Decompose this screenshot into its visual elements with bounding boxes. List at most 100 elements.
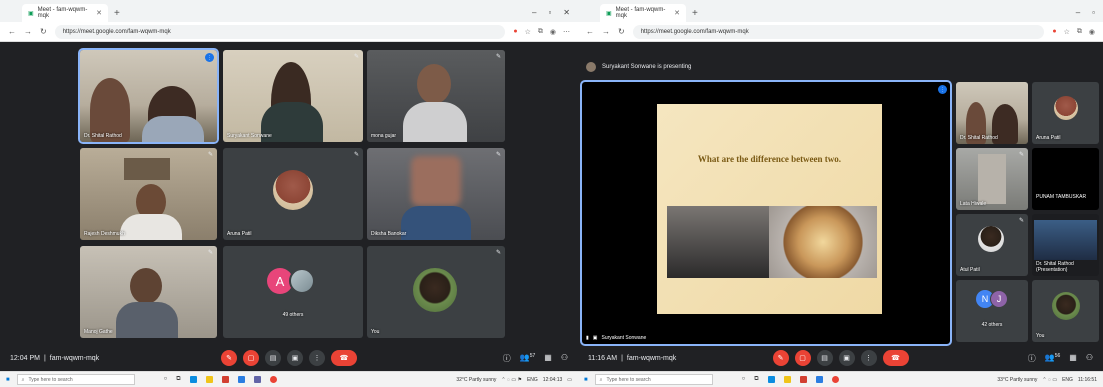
mic-off-icon: ✎ (1018, 152, 1024, 158)
people-icon[interactable]: 👥 (520, 353, 530, 364)
presentation-tile[interactable]: What are the difference between two. ⋮ ▮… (580, 80, 952, 346)
others-count: 42 others (981, 322, 1003, 328)
info-icon[interactable]: ⓘ (1028, 353, 1036, 364)
participant-tile[interactable]: ✎ Atul Patil (956, 214, 1028, 276)
present-button[interactable]: ▣ (838, 350, 855, 366)
profile-icon[interactable]: ◉ (1089, 28, 1095, 36)
task-view-icon[interactable]: ⧉ (754, 376, 758, 383)
url-field[interactable]: https://meet.google.com/fam-wqwm-mqk (632, 24, 1045, 39)
office-icon[interactable] (799, 376, 807, 383)
activities-icon[interactable]: ⚇ (1086, 353, 1093, 364)
explorer-icon[interactable] (783, 376, 791, 383)
chat-icon[interactable]: ▦ (1069, 353, 1077, 364)
back-icon[interactable]: ← (586, 27, 594, 36)
mic-toggle-button[interactable]: ✎ (221, 350, 237, 366)
participant-tile[interactable]: You (1032, 280, 1099, 342)
info-icon[interactable]: ⓘ (503, 353, 511, 364)
meeting-bottom-bar: 12:04 PM | fam-wqwm-mqk ✎ ▢ ▤ ▣ ⋮ ☎ ⓘ 👥 … (0, 345, 578, 371)
taskbar-search[interactable]: ⌕ Type here to search (16, 374, 135, 385)
participant-tile[interactable]: Aruna Patil (1032, 82, 1099, 144)
participant-tile[interactable]: ✎ Manoj Gathe (80, 246, 217, 338)
minimize-icon[interactable]: – (532, 8, 536, 17)
leave-call-button[interactable]: ☎ (882, 350, 909, 366)
browser-tab[interactable]: ▣ Meet - fam-wqwm-mqk ✕ (600, 4, 686, 22)
back-icon[interactable]: ← (8, 27, 16, 36)
taskbar-search[interactable]: ⌕ Type here to search (594, 374, 713, 385)
participant-tile[interactable]: ✎ mona gujar (367, 50, 505, 142)
close-window-icon[interactable]: ✕ (563, 8, 570, 17)
participant-tile[interactable]: Dr. Shital Rathod (956, 82, 1028, 144)
camera-icon[interactable]: ● (513, 28, 517, 36)
participant-tile[interactable]: PUNAM TAMBUSKAR (1032, 148, 1099, 210)
right-meet-window: ▣ Meet - fam-wqwm-mqk ✕ + – ▫ ← → ↻ http… (578, 0, 1103, 387)
task-view-icon[interactable]: ⧉ (176, 376, 180, 383)
more-options-button[interactable]: ⋮ (309, 350, 325, 366)
leave-call-button[interactable]: ☎ (331, 350, 357, 366)
store-icon[interactable] (815, 376, 823, 383)
clock[interactable]: 12:04:13 (543, 377, 562, 383)
participant-tile[interactable]: ✎ Diksha Banokar (367, 148, 505, 240)
camera-icon[interactable]: ● (1052, 28, 1056, 36)
activities-icon[interactable]: ⚇ (561, 353, 568, 364)
forward-icon[interactable]: → (602, 27, 610, 36)
windows-start-icon[interactable]: ■ (584, 377, 588, 383)
tray-icons[interactable]: ⌃ ◌ ▭ (1042, 377, 1057, 383)
language-indicator[interactable]: ENG (527, 377, 538, 383)
new-tab-icon[interactable]: + (114, 8, 120, 19)
profile-icon[interactable]: ◉ (550, 28, 556, 36)
reload-icon[interactable]: ↻ (40, 27, 47, 36)
more-options-button[interactable]: ⋮ (860, 350, 877, 366)
more-icon[interactable]: ⋯ (563, 28, 570, 36)
notification-icon[interactable]: ▭ (567, 377, 572, 383)
captions-button[interactable]: ▤ (816, 350, 833, 366)
store-icon[interactable] (237, 376, 245, 383)
participant-tile[interactable]: ⋮ Dr. Shital Rathod (78, 48, 219, 144)
others-tile[interactable]: A 49 others (223, 246, 363, 338)
language-indicator[interactable]: ENG (1062, 377, 1073, 383)
camera-toggle-button[interactable]: ▢ (243, 350, 259, 366)
participant-tile[interactable]: ✎ Suryakant Sonwane (223, 50, 363, 142)
people-icon[interactable]: 👥 (1045, 353, 1055, 364)
clock[interactable]: 11:16:51 (1078, 377, 1097, 383)
url-field[interactable]: https://meet.google.com/fam-wqwm-mqk (54, 24, 506, 39)
minimize-icon[interactable]: – (1076, 8, 1080, 17)
url-text: https://meet.google.com/fam-wqwm-mqk (62, 28, 171, 35)
pin-icon[interactable]: ▮ (586, 335, 589, 341)
participant-tile[interactable]: Dr. Shital Rathod (Presentation) (1032, 214, 1099, 276)
cortana-icon[interactable]: ○ (164, 376, 168, 383)
others-tile[interactable]: N J 42 others (956, 280, 1028, 342)
participant-tile[interactable]: ✎ Aruna Patil (223, 148, 363, 240)
forward-icon[interactable]: → (24, 27, 32, 36)
edge-icon[interactable] (189, 376, 197, 383)
chat-icon[interactable]: ▦ (544, 353, 552, 364)
camera-toggle-button[interactable]: ▢ (794, 350, 811, 366)
maximize-icon[interactable]: ▫ (548, 8, 551, 17)
browser-tab[interactable]: ▣ Meet - fam-wqwm-mqk ✕ (22, 4, 108, 22)
meeting-bottom-bar: 11:16 AM | fam-wqwm-mqk ✎ ▢ ▤ ▣ ⋮ ☎ ⓘ 👥 … (578, 345, 1103, 371)
collections-icon[interactable]: ⧉ (538, 28, 543, 36)
mic-toggle-button[interactable]: ✎ (772, 350, 789, 366)
teams-icon[interactable] (253, 376, 261, 383)
close-tab-icon[interactable]: ✕ (96, 9, 102, 17)
star-icon[interactable]: ☆ (525, 28, 531, 36)
participant-tile[interactable]: ✎ You (367, 246, 505, 338)
chrome-icon[interactable] (269, 376, 277, 383)
star-icon[interactable]: ☆ (1064, 28, 1070, 36)
maximize-icon[interactable]: ▫ (1092, 8, 1095, 17)
reload-icon[interactable]: ↻ (618, 27, 625, 36)
captions-button[interactable]: ▤ (265, 350, 281, 366)
edge-icon[interactable] (767, 376, 775, 383)
collections-icon[interactable]: ⧉ (1077, 28, 1082, 36)
cortana-icon[interactable]: ○ (742, 376, 746, 383)
explorer-icon[interactable] (205, 376, 213, 383)
mic-off-icon: ✎ (495, 54, 501, 60)
participant-tile[interactable]: ✎ Lata Hiwale (956, 148, 1028, 210)
new-tab-icon[interactable]: + (692, 8, 698, 19)
office-icon[interactable] (221, 376, 229, 383)
tray-icons[interactable]: ⌃ ◌ ▭ ⚑ (501, 377, 522, 383)
close-tab-icon[interactable]: ✕ (674, 9, 680, 17)
present-button[interactable]: ▣ (287, 350, 303, 366)
windows-start-icon[interactable]: ■ (6, 377, 10, 383)
chrome-icon[interactable] (831, 376, 839, 383)
participant-tile[interactable]: ✎ Rajesh Deshmukh (80, 148, 217, 240)
